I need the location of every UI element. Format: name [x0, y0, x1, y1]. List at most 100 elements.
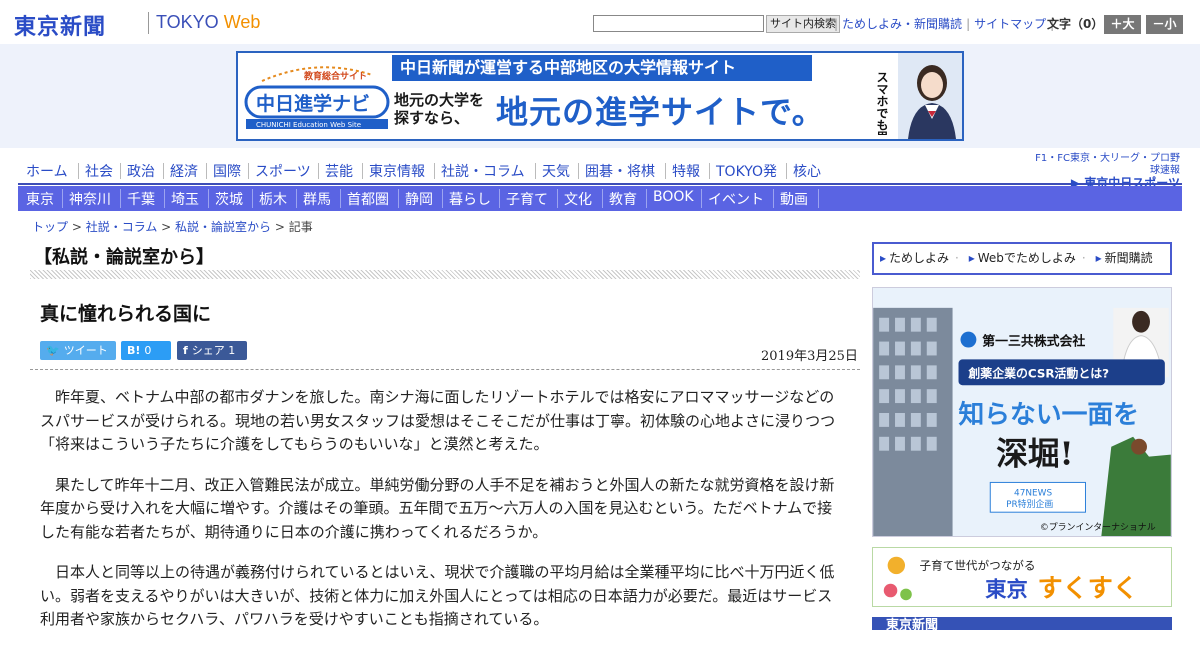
nav-entertainment[interactable]: 芸能	[325, 161, 353, 181]
section-divider	[30, 270, 860, 279]
article-paragraph: 昨年夏、ベトナム中部の都市ダナンを旅した。南シナ海に面したリゾートホテルでは格安…	[40, 388, 836, 453]
nav-economy[interactable]: 経済	[170, 161, 198, 181]
nav-society[interactable]: 社会	[85, 161, 113, 181]
nav-tokuho[interactable]: 特報	[672, 161, 700, 181]
banner-main-copy: 地元の進学サイトで。	[496, 93, 825, 131]
subscription-links: ▸ ためしよみ · ▸ Webでためしよみ · ▸ 新聞購読	[872, 242, 1172, 275]
chunichi-navi-logo: 教育総合サイト 中日進学ナビ CHUNICHI Education Web Si…	[244, 66, 390, 129]
banner-subcopy-line1: 地元の大学を	[394, 91, 485, 109]
tokyo-shimbun-promo[interactable]: 東京新聞	[872, 617, 1172, 633]
facebook-icon: f	[183, 344, 188, 357]
hatena-count: 0	[144, 344, 152, 357]
logo-en-sub: CHUNICHI Education Web Site	[256, 121, 361, 129]
article-paragraph: 日本人と同等以上の待遇が義務付けられているとはいえ、現状で介護職の平均月給は全業…	[40, 563, 835, 628]
svg-text:スマホでも思い立ったらすぐ検索!: スマホでも思い立ったらすぐ検索!	[875, 71, 889, 135]
link-tameshiyomi[interactable]: ためしよみ	[889, 251, 949, 265]
daiichi-sankyo-ad[interactable]: 第一三共株式会社 創薬企業のCSR活動とは? 知らない一面を 深堀! 47NEW…	[872, 287, 1172, 537]
logo-divider	[148, 12, 149, 34]
ad1-credit: ©プランインターナショナル	[1040, 522, 1156, 533]
tweet-button[interactable]: 🐦 ツイート	[40, 341, 116, 360]
link-trial-subscribe[interactable]: ためしよみ・新聞購読	[842, 17, 962, 31]
hatena-icon: B!	[127, 344, 141, 357]
secondary-nav: 東京 神奈川 千葉 埼玉 茨城 栃木 群馬 首都圏 静岡 暮らし 子育て 文化 …	[18, 186, 1182, 211]
site-search-input[interactable]	[593, 15, 764, 32]
nav-culture[interactable]: 文化	[564, 189, 592, 209]
nav-home[interactable]: ホーム	[26, 161, 68, 181]
ad1-badge-bottom: PR特別企画	[1006, 498, 1053, 510]
breadcrumb-top[interactable]: トップ	[32, 220, 68, 234]
nav-go-shogi[interactable]: 囲碁・将棋	[585, 161, 655, 181]
header-links: | ためしよみ・新聞購読 | サイトマップ |	[834, 17, 1055, 31]
breadcrumb-editorial[interactable]: 社説・コラム	[86, 220, 158, 234]
chunichi-sports-link[interactable]: F1・FC東京・大リーグ・プロ野球速報 ▶ 東京中日スポーツ	[1026, 153, 1180, 189]
nav-editorial[interactable]: 社説・コラム	[441, 161, 525, 181]
ad2-main-a: 東京	[985, 576, 1028, 602]
ad2-main-b: すくすく	[1037, 573, 1138, 602]
nav-chiba[interactable]: 千葉	[127, 189, 155, 209]
nav-ibaraki[interactable]: 茨城	[215, 189, 243, 209]
arrow-right-icon: ▸	[1095, 251, 1102, 265]
facebook-count: 1	[228, 344, 236, 357]
link-sitemap[interactable]: サイトマップ	[974, 17, 1046, 31]
primary-nav: ホーム 社会 政治 経済 国際 スポーツ 芸能 東京情報 社説・コラム 天気 囲…	[18, 157, 1182, 185]
logo-main: 中日進学ナビ	[256, 92, 370, 115]
nav-sports[interactable]: スポーツ	[255, 161, 311, 181]
logo-en-web: Web	[223, 12, 261, 32]
nav-kurashi[interactable]: 暮らし	[449, 189, 491, 209]
nav-event[interactable]: イベント	[708, 189, 764, 209]
ad1-company: 第一三共株式会社	[982, 334, 1085, 350]
ad1-copy2: 深堀!	[996, 436, 1073, 473]
nav-kosodate[interactable]: 子育て	[506, 189, 548, 209]
banner-subcopy: 地元の大学を 探すなら、	[394, 91, 484, 127]
facebook-share-button[interactable]: f シェア 1	[177, 341, 247, 360]
ad1-tagline: 創薬企業のCSR活動とは?	[967, 366, 1109, 380]
nav-kanagawa[interactable]: 神奈川	[69, 189, 111, 209]
arrow-right-icon: ▸	[880, 251, 887, 265]
nav-gunma[interactable]: 群馬	[303, 189, 331, 209]
breadcrumb: トップ > 社説・コラム > 私説・論説室から > 記事	[32, 220, 313, 234]
nav-kakushin[interactable]: 核心	[793, 161, 821, 181]
nav-world[interactable]: 国際	[213, 161, 241, 181]
ad3-text: 東京新聞	[886, 618, 939, 633]
font-size-decrease-button[interactable]: －小	[1146, 15, 1183, 34]
font-size-label: 文字（0）	[1047, 17, 1104, 31]
nav-book[interactable]: BOOK	[653, 189, 694, 205]
nav-tokyo-hatsu[interactable]: TOKYO発	[716, 161, 777, 181]
ad-banner[interactable]: 教育総合サイト 中日進学ナビ CHUNICHI Education Web Si…	[236, 51, 964, 141]
nav-shutoken[interactable]: 首都圏	[347, 189, 389, 209]
site-logo-en[interactable]: TOKYO Web	[156, 12, 260, 33]
font-size-increase-button[interactable]: ＋大	[1104, 15, 1141, 34]
article-divider	[30, 369, 860, 370]
sports-link-top: F1・FC東京・大リーグ・プロ野球速報	[1035, 153, 1180, 176]
breadcrumb-ronsetsu[interactable]: 私説・論説室から	[175, 220, 271, 234]
banner-headline: 中日新聞が運営する中部地区の大学情報サイト	[392, 55, 812, 81]
ad1-copy1: 知らない一面を	[959, 400, 1139, 430]
site-logo-jp[interactable]: 東京新聞	[14, 9, 106, 41]
link-subscribe[interactable]: 新聞購読	[1105, 251, 1153, 265]
article-title: 真に憧れられる国に	[40, 303, 212, 325]
breadcrumb-current: 記事	[288, 220, 313, 234]
nav-education[interactable]: 教育	[609, 189, 637, 209]
tokyo-sukusuku-ad[interactable]: 子育て世代がつながる 東京 すくすく	[872, 547, 1172, 607]
site-search-button[interactable]: サイト内検索	[766, 15, 840, 33]
ad2-small: 子育て世代がつながる	[920, 558, 1036, 572]
banner-subcopy-line2: 探すなら、	[394, 109, 470, 127]
nav-shizuoka[interactable]: 静岡	[405, 189, 433, 209]
hatena-bookmark-button[interactable]: B! 0	[121, 341, 171, 360]
site-header: 東京新聞 TOKYO Web サイト内検索 | ためしよみ・新聞購読 | サイトマップ…	[0, 0, 1200, 44]
banner-vertical-copy: スマホでも思い立ったらすぐ検索!	[875, 71, 889, 135]
article-date: 2019年3月25日	[761, 349, 858, 364]
banner-model-photo	[898, 53, 962, 139]
nav-tokyo-local[interactable]: 東京	[26, 189, 54, 209]
nav-tochigi[interactable]: 栃木	[259, 189, 287, 209]
logo-en-main: TOKYO	[156, 12, 219, 32]
article-paragraph: 果たして昨年十二月、改正入管難民法が成立。単純労働分野の人手不足を補おうと外国人…	[40, 475, 835, 541]
nav-tokyo-info[interactable]: 東京情報	[369, 161, 425, 181]
nav-weather[interactable]: 天気	[542, 161, 570, 181]
nav-politics[interactable]: 政治	[127, 161, 155, 181]
section-title: 【私説・論説室から】	[34, 247, 214, 268]
twitter-bird-icon: 🐦	[46, 344, 60, 357]
nav-saitama[interactable]: 埼玉	[171, 189, 199, 209]
link-web-tameshiyomi[interactable]: Webでためしよみ	[978, 251, 1076, 265]
nav-video[interactable]: 動画	[780, 189, 808, 209]
